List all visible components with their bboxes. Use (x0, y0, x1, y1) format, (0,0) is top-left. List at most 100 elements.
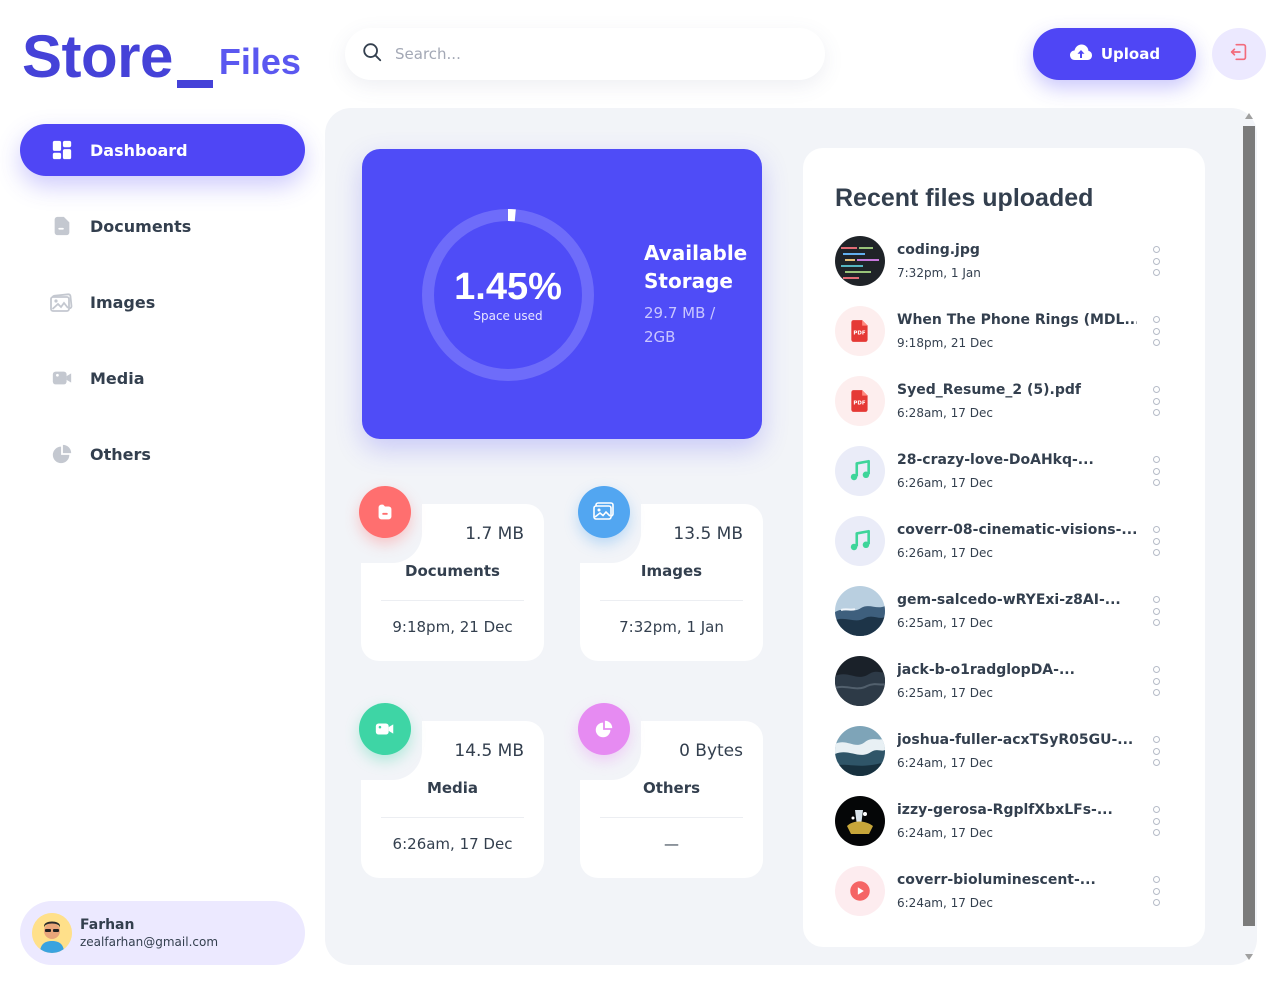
summary-card-images[interactable]: 13.5 MB Images 7:32pm, 1 Jan (578, 486, 763, 661)
document-icon (359, 486, 411, 538)
user-email: zealfarhan@gmail.com (80, 935, 219, 949)
summary-divider (381, 817, 524, 818)
sidebar-item-label: Others (90, 444, 151, 464)
dashboard-icon (50, 138, 74, 162)
more-options-icon[interactable] (1151, 316, 1161, 346)
storage-space-label: Space used (473, 309, 543, 323)
file-time: 6:24am, 17 Dec (897, 826, 993, 840)
sidebar-item-label: Media (90, 368, 145, 388)
image-thumbnail (835, 586, 885, 636)
app-logo[interactable]: Store Files (22, 26, 301, 88)
upload-button[interactable]: Upload (1033, 28, 1196, 80)
file-name: Syed_Resume_2 (5).pdf (897, 382, 1081, 398)
summary-card-media[interactable]: 14.5 MB Media 6:26am, 17 Dec (359, 703, 544, 878)
user-profile-card[interactable]: Farhan zealfarhan@gmail.com (20, 901, 305, 965)
list-item[interactable]: 28-crazy-love-DoAHkq-... 6:26am, 17 Dec (835, 446, 1175, 498)
file-name: joshua-fuller-acxTSyR05GU-... (897, 732, 1134, 748)
list-item[interactable]: PDF When The Phone Rings (MDL... 9:18pm,… (835, 306, 1175, 358)
list-item[interactable]: coverr-bioluminescent-... 6:24am, 17 Dec (835, 866, 1175, 918)
list-item[interactable]: jack-b-o1radglopDA-... 6:25am, 17 Dec (835, 656, 1175, 708)
file-time: 6:28am, 17 Dec (897, 406, 993, 420)
file-time: 6:26am, 17 Dec (897, 476, 993, 490)
storage-title: Available Storage (644, 241, 748, 293)
summary-title: Media (426, 779, 479, 797)
more-options-icon[interactable] (1151, 806, 1161, 836)
summary-date: 9:18pm, 21 Dec (392, 618, 513, 636)
pdf-icon: PDF (835, 376, 885, 426)
scrollbar[interactable] (1243, 126, 1255, 926)
file-name: coverr-08-cinematic-visions-... (897, 522, 1137, 538)
sidebar-item-label: Documents (90, 216, 192, 236)
user-name: Farhan (80, 917, 135, 933)
more-options-icon[interactable] (1151, 666, 1161, 696)
summary-card-others[interactable]: 0 Bytes Others — (578, 703, 763, 878)
summary-date: 6:26am, 17 Dec (392, 835, 513, 853)
sidebar-item-others[interactable]: Others (20, 428, 305, 480)
summary-size: 0 Bytes (679, 741, 743, 761)
scroll-down-arrow[interactable] (1245, 954, 1253, 960)
video-icon (359, 703, 411, 755)
recent-files-title: Recent files uploaded (835, 184, 1094, 212)
images-icon (578, 486, 630, 538)
music-icon (835, 516, 885, 566)
file-time: 6:26am, 17 Dec (897, 546, 993, 560)
file-name: When The Phone Rings (MDL... (897, 312, 1137, 328)
logout-button[interactable] (1212, 28, 1266, 80)
more-options-icon[interactable] (1151, 246, 1161, 276)
summary-date: — (664, 835, 679, 853)
logout-icon (1228, 41, 1250, 67)
more-options-icon[interactable] (1151, 736, 1161, 766)
upload-label: Upload (1100, 45, 1161, 63)
sidebar-nav: Dashboard Documents Images Media Others (20, 124, 305, 504)
sidebar-item-media[interactable]: Media (20, 352, 305, 404)
images-icon (50, 290, 74, 314)
sidebar-item-documents[interactable]: Documents (20, 200, 305, 252)
video-icon (50, 366, 74, 390)
sidebar-item-label: Images (90, 292, 156, 312)
avatar (32, 913, 72, 953)
summary-card-documents[interactable]: 1.7 MB Documents 9:18pm, 21 Dec (359, 486, 544, 661)
pdf-icon: PDF (835, 306, 885, 356)
file-time: 7:32pm, 1 Jan (897, 266, 981, 280)
list-item[interactable]: joshua-fuller-acxTSyR05GU-... 6:24am, 17… (835, 726, 1175, 778)
scroll-up-arrow[interactable] (1245, 113, 1253, 119)
file-name: gem-salcedo-wRYExi-z8AI-... (897, 592, 1121, 608)
storage-amount: 29.7 MB / 2GB (644, 304, 716, 346)
file-time: 6:25am, 17 Dec (897, 686, 993, 700)
file-name: coverr-bioluminescent-... (897, 872, 1096, 888)
list-item[interactable]: coding.jpg 7:32pm, 1 Jan (835, 236, 1175, 288)
summary-title: Images (640, 562, 703, 580)
logo-underscore (176, 80, 213, 88)
recent-files-panel: Recent files uploaded coding.jpg 7:32pm,… (803, 148, 1205, 947)
more-options-icon[interactable] (1151, 386, 1161, 416)
summary-divider (600, 600, 743, 601)
storage-percent: 1.45% (454, 266, 562, 308)
list-item[interactable]: gem-salcedo-wRYExi-z8AI-... 6:25am, 17 D… (835, 586, 1175, 638)
file-time: 6:24am, 17 Dec (897, 756, 993, 770)
play-icon (835, 866, 885, 916)
list-item[interactable]: izzy-gerosa-RgplfXbxLFs-... 6:24am, 17 D… (835, 796, 1175, 848)
storage-card: 1.45% Space used Available Storage 29.7 … (362, 149, 762, 439)
summary-date: 7:32pm, 1 Jan (619, 618, 724, 636)
search-input[interactable] (395, 45, 795, 63)
logo-main-text: Store (22, 23, 173, 90)
image-thumbnail (835, 656, 885, 706)
list-item[interactable]: coverr-08-cinematic-visions-... 6:26am, … (835, 516, 1175, 568)
summary-title: Documents (405, 562, 500, 580)
pie-icon (578, 703, 630, 755)
more-options-icon[interactable] (1151, 876, 1161, 906)
logo-sub-text: Files (218, 41, 301, 82)
file-name: coding.jpg (897, 242, 980, 258)
document-icon (50, 214, 74, 238)
sidebar-item-images[interactable]: Images (20, 276, 305, 328)
file-name: jack-b-o1radglopDA-... (897, 662, 1075, 678)
list-item[interactable]: PDF Syed_Resume_2 (5).pdf 6:28am, 17 Dec (835, 376, 1175, 428)
more-options-icon[interactable] (1151, 596, 1161, 626)
more-options-icon[interactable] (1151, 456, 1161, 486)
file-time: 6:24am, 17 Dec (897, 896, 993, 910)
file-name: izzy-gerosa-RgplfXbxLFs-... (897, 802, 1113, 818)
more-options-icon[interactable] (1151, 526, 1161, 556)
image-thumbnail (835, 726, 885, 776)
summary-size: 1.7 MB (465, 524, 524, 544)
sidebar-item-dashboard[interactable]: Dashboard (20, 124, 305, 176)
